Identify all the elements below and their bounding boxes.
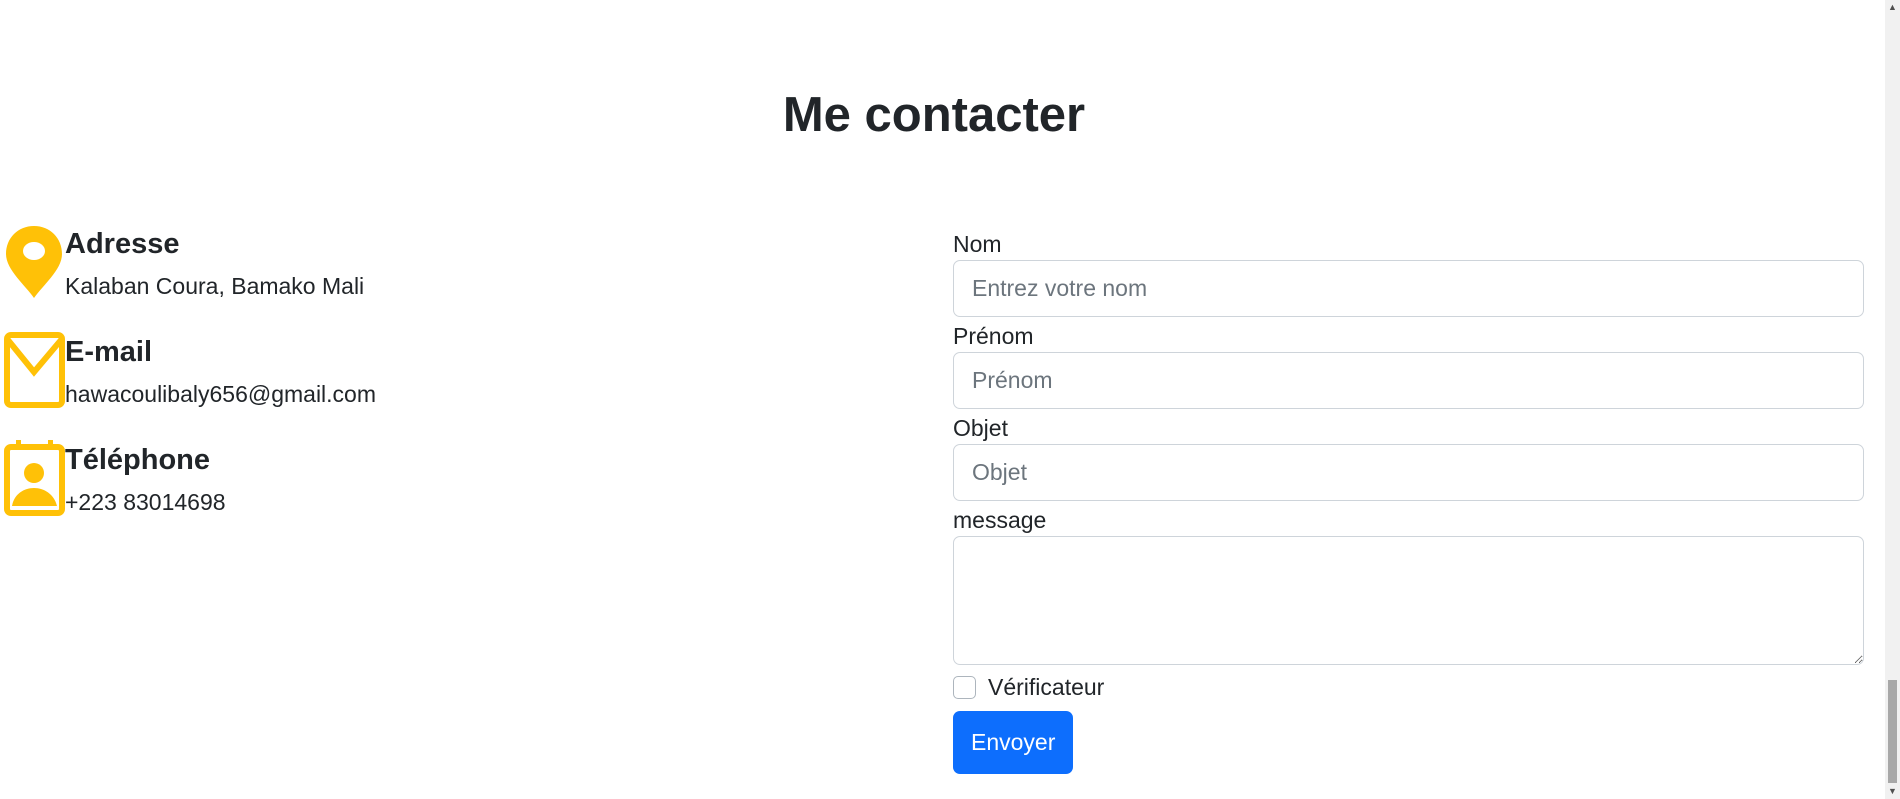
objet-label: Objet xyxy=(953,415,1008,441)
email-heading: E-mail xyxy=(65,336,153,368)
message-textarea[interactable] xyxy=(953,536,1864,665)
scroll-thumb[interactable] xyxy=(1888,680,1897,783)
address-heading: Adresse xyxy=(65,228,180,260)
phone-text: +223 83014698 xyxy=(65,489,226,515)
phone-heading: Téléphone xyxy=(65,444,211,476)
address-text: Kalaban Coura, Bamako Mali xyxy=(65,273,365,299)
submit-button[interactable]: Envoyer xyxy=(953,711,1074,774)
nom-label: Nom xyxy=(953,231,1002,257)
email-text: hawacoulibaly656@gmail.com xyxy=(65,381,377,407)
page-title: Me contacter xyxy=(782,88,1086,142)
envelope-icon xyxy=(4,332,65,408)
prenom-input[interactable] xyxy=(953,352,1864,409)
page-scrollbar[interactable]: ▲ ▼ xyxy=(1885,0,1900,799)
scroll-up-arrow-icon[interactable]: ▲ xyxy=(1885,0,1900,15)
contact-page: Me contacter Adresse Kalaban Coura, Bama… xyxy=(0,0,1900,799)
contact-card-icon xyxy=(4,440,65,516)
message-label: message xyxy=(953,507,1047,533)
nom-input[interactable] xyxy=(953,260,1864,317)
verification-label: Vérificateur xyxy=(988,673,1105,700)
verification-checkbox[interactable] xyxy=(953,675,976,699)
location-pin-icon xyxy=(4,224,65,300)
scroll-down-arrow-icon[interactable]: ▼ xyxy=(1885,784,1900,799)
prenom-label: Prénom xyxy=(953,323,1034,349)
contact-form: Nom Prénom Objet message Vérificateur En… xyxy=(953,228,1864,774)
objet-input[interactable] xyxy=(953,444,1864,501)
verification-row: Vérificateur xyxy=(953,667,1864,707)
